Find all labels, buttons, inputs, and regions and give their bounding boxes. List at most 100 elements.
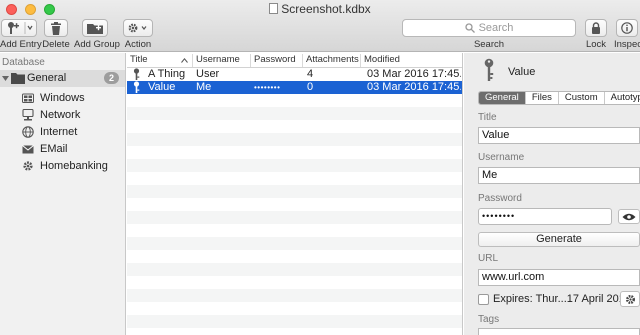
sidebar-item-homebanking[interactable]: Homebanking	[0, 157, 125, 174]
cell-password: ••••••••	[254, 83, 281, 92]
table-stripe	[127, 172, 462, 185]
cell-username: User	[196, 68, 220, 80]
table-stripe	[127, 315, 462, 328]
column-header-attachments[interactable]: Attachments	[303, 54, 361, 67]
title-field-label: Title	[478, 112, 497, 123]
inspector-tabs: General Files Custom Autotype	[478, 91, 640, 105]
table-stripe	[127, 185, 462, 198]
inspector-button[interactable]	[616, 19, 638, 37]
add-group-toolbar-item[interactable]: Add Group	[74, 19, 120, 50]
entry-count-badge: 2	[104, 72, 119, 84]
disclosure-triangle-icon[interactable]	[2, 75, 9, 82]
entry-key-icon	[484, 58, 494, 81]
add-group-button[interactable]	[82, 19, 108, 37]
expiry-options-button[interactable]	[620, 291, 640, 307]
add-entry-label: Add Entry	[0, 39, 42, 50]
delete-toolbar-item[interactable]: Delete	[42, 19, 70, 50]
sidebar-item-label: Windows	[40, 91, 85, 104]
cell-attachments: 0	[307, 81, 314, 93]
sidebar-group-label: General	[27, 72, 67, 84]
expires-checkbox[interactable]	[478, 293, 489, 305]
email-icon	[22, 144, 34, 153]
cell-modified: 03 Mar 2016 17:45...	[367, 68, 461, 80]
action-label: Action	[124, 39, 152, 50]
inspector-toolbar-item[interactable]: Inspector	[614, 19, 640, 50]
info-icon	[621, 22, 633, 34]
delete-button[interactable]	[44, 19, 68, 37]
table-row[interactable]: Value Me •••••••• 0 03 Mar 2016 17:45...	[127, 81, 462, 94]
password-field[interactable]: ••••••••	[478, 208, 612, 225]
table-stripe	[127, 237, 462, 250]
group-sidebar: Database General 2 Windows Network Inter…	[0, 53, 126, 335]
username-field-label: Username	[478, 152, 525, 163]
tags-field-label: Tags	[478, 314, 500, 325]
action-button[interactable]	[123, 19, 153, 37]
add-folder-icon	[87, 24, 103, 34]
reveal-password-button[interactable]	[618, 209, 640, 224]
lock-toolbar-item[interactable]: Lock	[584, 19, 608, 50]
add-entry-toolbar-item[interactable]: Add Entry	[0, 19, 42, 50]
expires-row[interactable]: Expires: Thur...17 April 2014	[478, 292, 631, 306]
table-header: Title Username Password Attachments Modi…	[127, 53, 462, 68]
sidebar-item-label: Network	[40, 108, 81, 121]
sidebar-group-general[interactable]: General 2	[0, 70, 125, 87]
table-stripe	[127, 250, 462, 263]
cell-title: Value	[148, 81, 176, 93]
column-header-username[interactable]: Username	[193, 54, 251, 67]
column-header-title[interactable]: Title	[127, 54, 193, 67]
tab-general[interactable]: General	[479, 92, 526, 104]
sidebar-item-email[interactable]: EMail	[0, 140, 125, 157]
gear-icon	[128, 23, 147, 33]
entry-table: Title Username Password Attachments Modi…	[127, 53, 463, 335]
sort-ascending-icon	[181, 58, 188, 63]
title-field[interactable]: Value	[478, 127, 640, 144]
column-header-label: Title	[130, 54, 148, 65]
cell-username: Me	[196, 81, 212, 93]
tags-field[interactable]	[478, 328, 640, 335]
url-field[interactable]: www.url.com	[478, 269, 640, 286]
key-icon	[133, 68, 140, 80]
table-stripe	[127, 159, 462, 172]
action-toolbar-item[interactable]: Action	[122, 19, 154, 50]
table-stripe	[127, 224, 462, 237]
document-icon	[269, 3, 279, 14]
table-stripe	[127, 263, 462, 276]
sidebar-item-label: EMail	[40, 142, 68, 155]
expires-label: Expires: Thur...17 April 2014	[493, 293, 631, 305]
sidebar-item-windows[interactable]: Windows	[0, 89, 125, 106]
table-stripe	[127, 211, 462, 224]
add-entry-button[interactable]	[1, 19, 37, 37]
tab-files[interactable]: Files	[526, 92, 559, 104]
column-header-password[interactable]: Password	[251, 54, 303, 67]
sidebar-item-network[interactable]: Network	[0, 106, 125, 123]
inspector-label: Inspector	[614, 39, 640, 50]
tab-custom[interactable]: Custom	[559, 92, 605, 104]
column-header-modified[interactable]: Modified	[361, 54, 462, 67]
window-title: Screenshot.kdbx	[0, 2, 640, 16]
lock-button[interactable]	[585, 19, 607, 37]
sidebar-item-label: Internet	[40, 125, 78, 138]
folder-icon	[11, 73, 25, 84]
search-label: Search	[473, 39, 505, 50]
table-stripe	[127, 94, 462, 107]
table-stripe	[127, 120, 462, 133]
homebanking-icon	[23, 160, 33, 171]
windows-folder-icon	[22, 93, 34, 103]
table-row[interactable]: A Thing User 4 03 Mar 2016 17:45...	[127, 68, 462, 81]
cell-modified: 03 Mar 2016 17:45...	[367, 81, 461, 93]
sidebar-item-internet[interactable]: Internet	[0, 123, 125, 140]
username-field[interactable]: Me	[478, 167, 640, 184]
search-input[interactable]: Search	[402, 19, 576, 37]
generate-password-button[interactable]: Generate	[478, 232, 640, 247]
add-group-label: Add Group	[74, 39, 120, 50]
table-stripe	[127, 289, 462, 302]
add-entry-key-icon	[8, 22, 33, 34]
sidebar-header: Database	[2, 57, 45, 68]
lock-icon	[592, 22, 600, 34]
tab-autotype[interactable]: Autotype	[605, 92, 640, 104]
window-toolbar: Screenshot.kdbx Add Entry Delete Add Gro…	[0, 0, 640, 52]
table-stripe	[127, 328, 462, 335]
search-placeholder: Search	[478, 22, 514, 34]
trash-icon	[51, 21, 61, 35]
gear-icon	[625, 294, 635, 304]
